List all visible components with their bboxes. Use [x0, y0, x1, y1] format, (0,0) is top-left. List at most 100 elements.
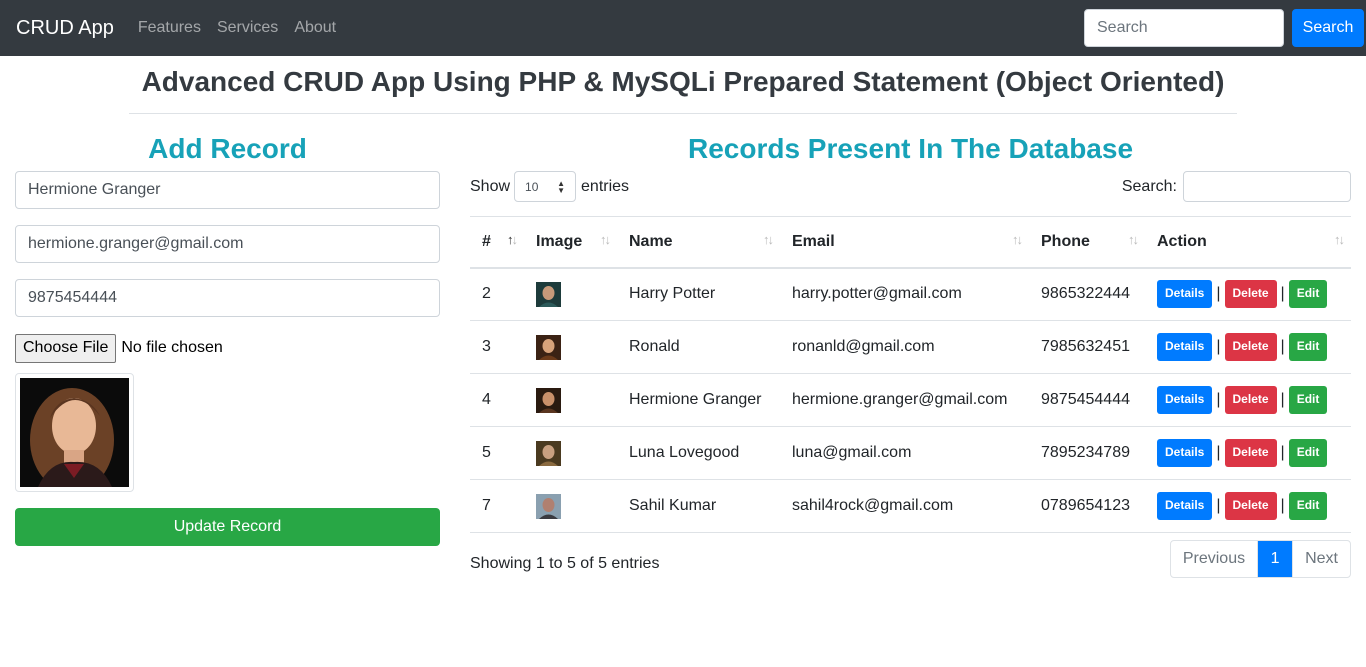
nav-link-features[interactable]: Features	[138, 19, 201, 37]
avatar	[536, 281, 561, 307]
action-separator: |	[1216, 391, 1221, 408]
delete-button[interactable]: Delete	[1224, 492, 1277, 520]
cell-email: harry.potter@gmail.com	[780, 267, 1029, 321]
cell-actions: Details | Delete | Edit	[1145, 426, 1351, 480]
cell-email: hermione.granger@gmail.com	[780, 373, 1029, 427]
sort-icon: ↑↓	[763, 232, 774, 247]
column-header-name[interactable]: Name ↑↓	[617, 216, 780, 269]
entries-label: entries	[581, 177, 630, 195]
update-record-button[interactable]: Update Record	[15, 508, 440, 546]
action-separator: |	[1216, 444, 1221, 461]
avatar	[536, 440, 561, 466]
table-search-input[interactable]	[1183, 171, 1351, 202]
cell-email: ronanld@gmail.com	[780, 320, 1029, 374]
table-row: 5 Luna Lovegood luna@gmail.com 7895234789 De…	[470, 426, 1351, 480]
cell-image	[524, 320, 617, 374]
name-field[interactable]	[15, 171, 440, 209]
add-record-form: Add Record Choose File No file chosen Up…	[15, 130, 440, 546]
action-separator: |	[1216, 338, 1221, 355]
pagination-next[interactable]: Next	[1292, 541, 1350, 577]
cell-id: 2	[470, 267, 524, 321]
column-header-image[interactable]: Image ↑↓	[524, 216, 617, 269]
cell-email: luna@gmail.com	[780, 426, 1029, 480]
cell-image	[524, 373, 617, 427]
cell-image	[524, 426, 617, 480]
navbar-search-button[interactable]: Search	[1292, 9, 1364, 47]
pagination-page-1[interactable]: 1	[1258, 541, 1293, 577]
cell-phone: 9875454444	[1029, 373, 1145, 427]
records-heading: Records Present In The Database	[687, 133, 1134, 164]
edit-button[interactable]: Edit	[1288, 492, 1328, 520]
navbar-search-form: Search	[1084, 9, 1364, 47]
sort-icon: ↑↓	[507, 232, 518, 247]
details-button[interactable]: Details	[1157, 492, 1213, 520]
details-button[interactable]: Details	[1157, 439, 1213, 467]
phone-field[interactable]	[15, 279, 440, 317]
avatar	[536, 493, 561, 519]
preview-photo	[20, 378, 129, 487]
details-button[interactable]: Details	[1157, 386, 1213, 414]
delete-button[interactable]: Delete	[1224, 439, 1277, 467]
cell-phone: 0789654123	[1029, 479, 1145, 533]
edit-button[interactable]: Edit	[1288, 280, 1328, 309]
cell-email: sahil4rock@gmail.com	[780, 479, 1029, 533]
nav-link-about[interactable]: About	[294, 19, 336, 37]
cell-id: 3	[470, 320, 524, 374]
file-status: No file chosen	[121, 339, 223, 356]
pagination-previous[interactable]: Previous	[1171, 541, 1259, 577]
select-arrows-icon: ▲ ▼	[557, 179, 566, 195]
table-info: Showing 1 to 5 of 5 entries	[470, 555, 660, 572]
sort-icon: ↑↓	[1128, 232, 1139, 247]
action-separator: |	[1280, 391, 1285, 408]
pagination: Previous 1 Next	[1169, 540, 1351, 578]
delete-button[interactable]: Delete	[1224, 280, 1277, 309]
column-header-email[interactable]: Email ↑↓	[780, 216, 1029, 269]
edit-button[interactable]: Edit	[1288, 439, 1328, 467]
table-header-row: # ↑↓ Image ↑↓ Name ↑↓ Email ↑↓ Phone ↑↓ Actio…	[470, 216, 1351, 269]
navbar: CRUD App Features Services About Search	[0, 0, 1366, 56]
delete-button[interactable]: Delete	[1224, 386, 1277, 414]
records-panel: Records Present In The Database Show 10 …	[470, 130, 1351, 578]
details-button[interactable]: Details	[1157, 333, 1213, 361]
action-separator: |	[1280, 497, 1285, 514]
action-separator: |	[1216, 497, 1221, 514]
page-title: Advanced CRUD App Using PHP & MySQLi Pre…	[141, 66, 1225, 97]
search-label: Search:	[1121, 177, 1177, 195]
action-separator: |	[1280, 285, 1285, 303]
sort-icon: ↑↓	[1334, 232, 1345, 247]
avatar	[536, 334, 561, 360]
column-header-action[interactable]: Action ↑↓	[1145, 216, 1351, 269]
edit-button[interactable]: Edit	[1288, 386, 1328, 414]
cell-image	[524, 267, 617, 321]
cell-name: Luna Lovegood	[617, 426, 780, 480]
brand-link[interactable]: CRUD App	[16, 17, 114, 40]
cell-name: Sahil Kumar	[617, 479, 780, 533]
records-table: # ↑↓ Image ↑↓ Name ↑↓ Email ↑↓ Phone ↑↓ Actio…	[470, 216, 1351, 533]
email-field[interactable]	[15, 225, 440, 263]
details-button[interactable]: Details	[1157, 280, 1213, 309]
add-record-heading: Add Record	[148, 133, 307, 164]
action-separator: |	[1280, 444, 1285, 461]
delete-button[interactable]: Delete	[1224, 333, 1277, 361]
cell-name: Hermione Granger	[617, 373, 780, 427]
entries-select[interactable]: 10 ▲ ▼	[514, 171, 577, 202]
cell-phone: 9865322444	[1029, 267, 1145, 321]
table-row: 7 Sahil Kumar sahil4rock@gmail.com 07896541…	[470, 479, 1351, 533]
table-row: 3 Ronald ronanld@gmail.com 7985632451 Detail…	[470, 320, 1351, 374]
cell-phone: 7985632451	[1029, 320, 1145, 374]
avatar	[536, 387, 561, 413]
choose-file-button[interactable]: Choose File	[15, 333, 117, 363]
cell-image	[524, 479, 617, 533]
column-header-phone[interactable]: Phone ↑↓	[1029, 216, 1145, 269]
nav-link-services[interactable]: Services	[217, 19, 278, 37]
image-preview	[15, 373, 134, 492]
show-label: Show	[470, 177, 511, 195]
column-header-id[interactable]: # ↑↓	[470, 216, 524, 269]
navbar-search-input[interactable]	[1084, 9, 1284, 47]
table-row: 2 Harry Potter harry.potter@gmail.com 98653…	[470, 267, 1351, 321]
sort-icon: ↑↓	[1012, 232, 1023, 247]
edit-button[interactable]: Edit	[1288, 333, 1328, 361]
table-filter: Search:	[1122, 171, 1351, 202]
file-input: Choose File No file chosen	[15, 333, 440, 363]
title-divider	[129, 113, 1237, 114]
